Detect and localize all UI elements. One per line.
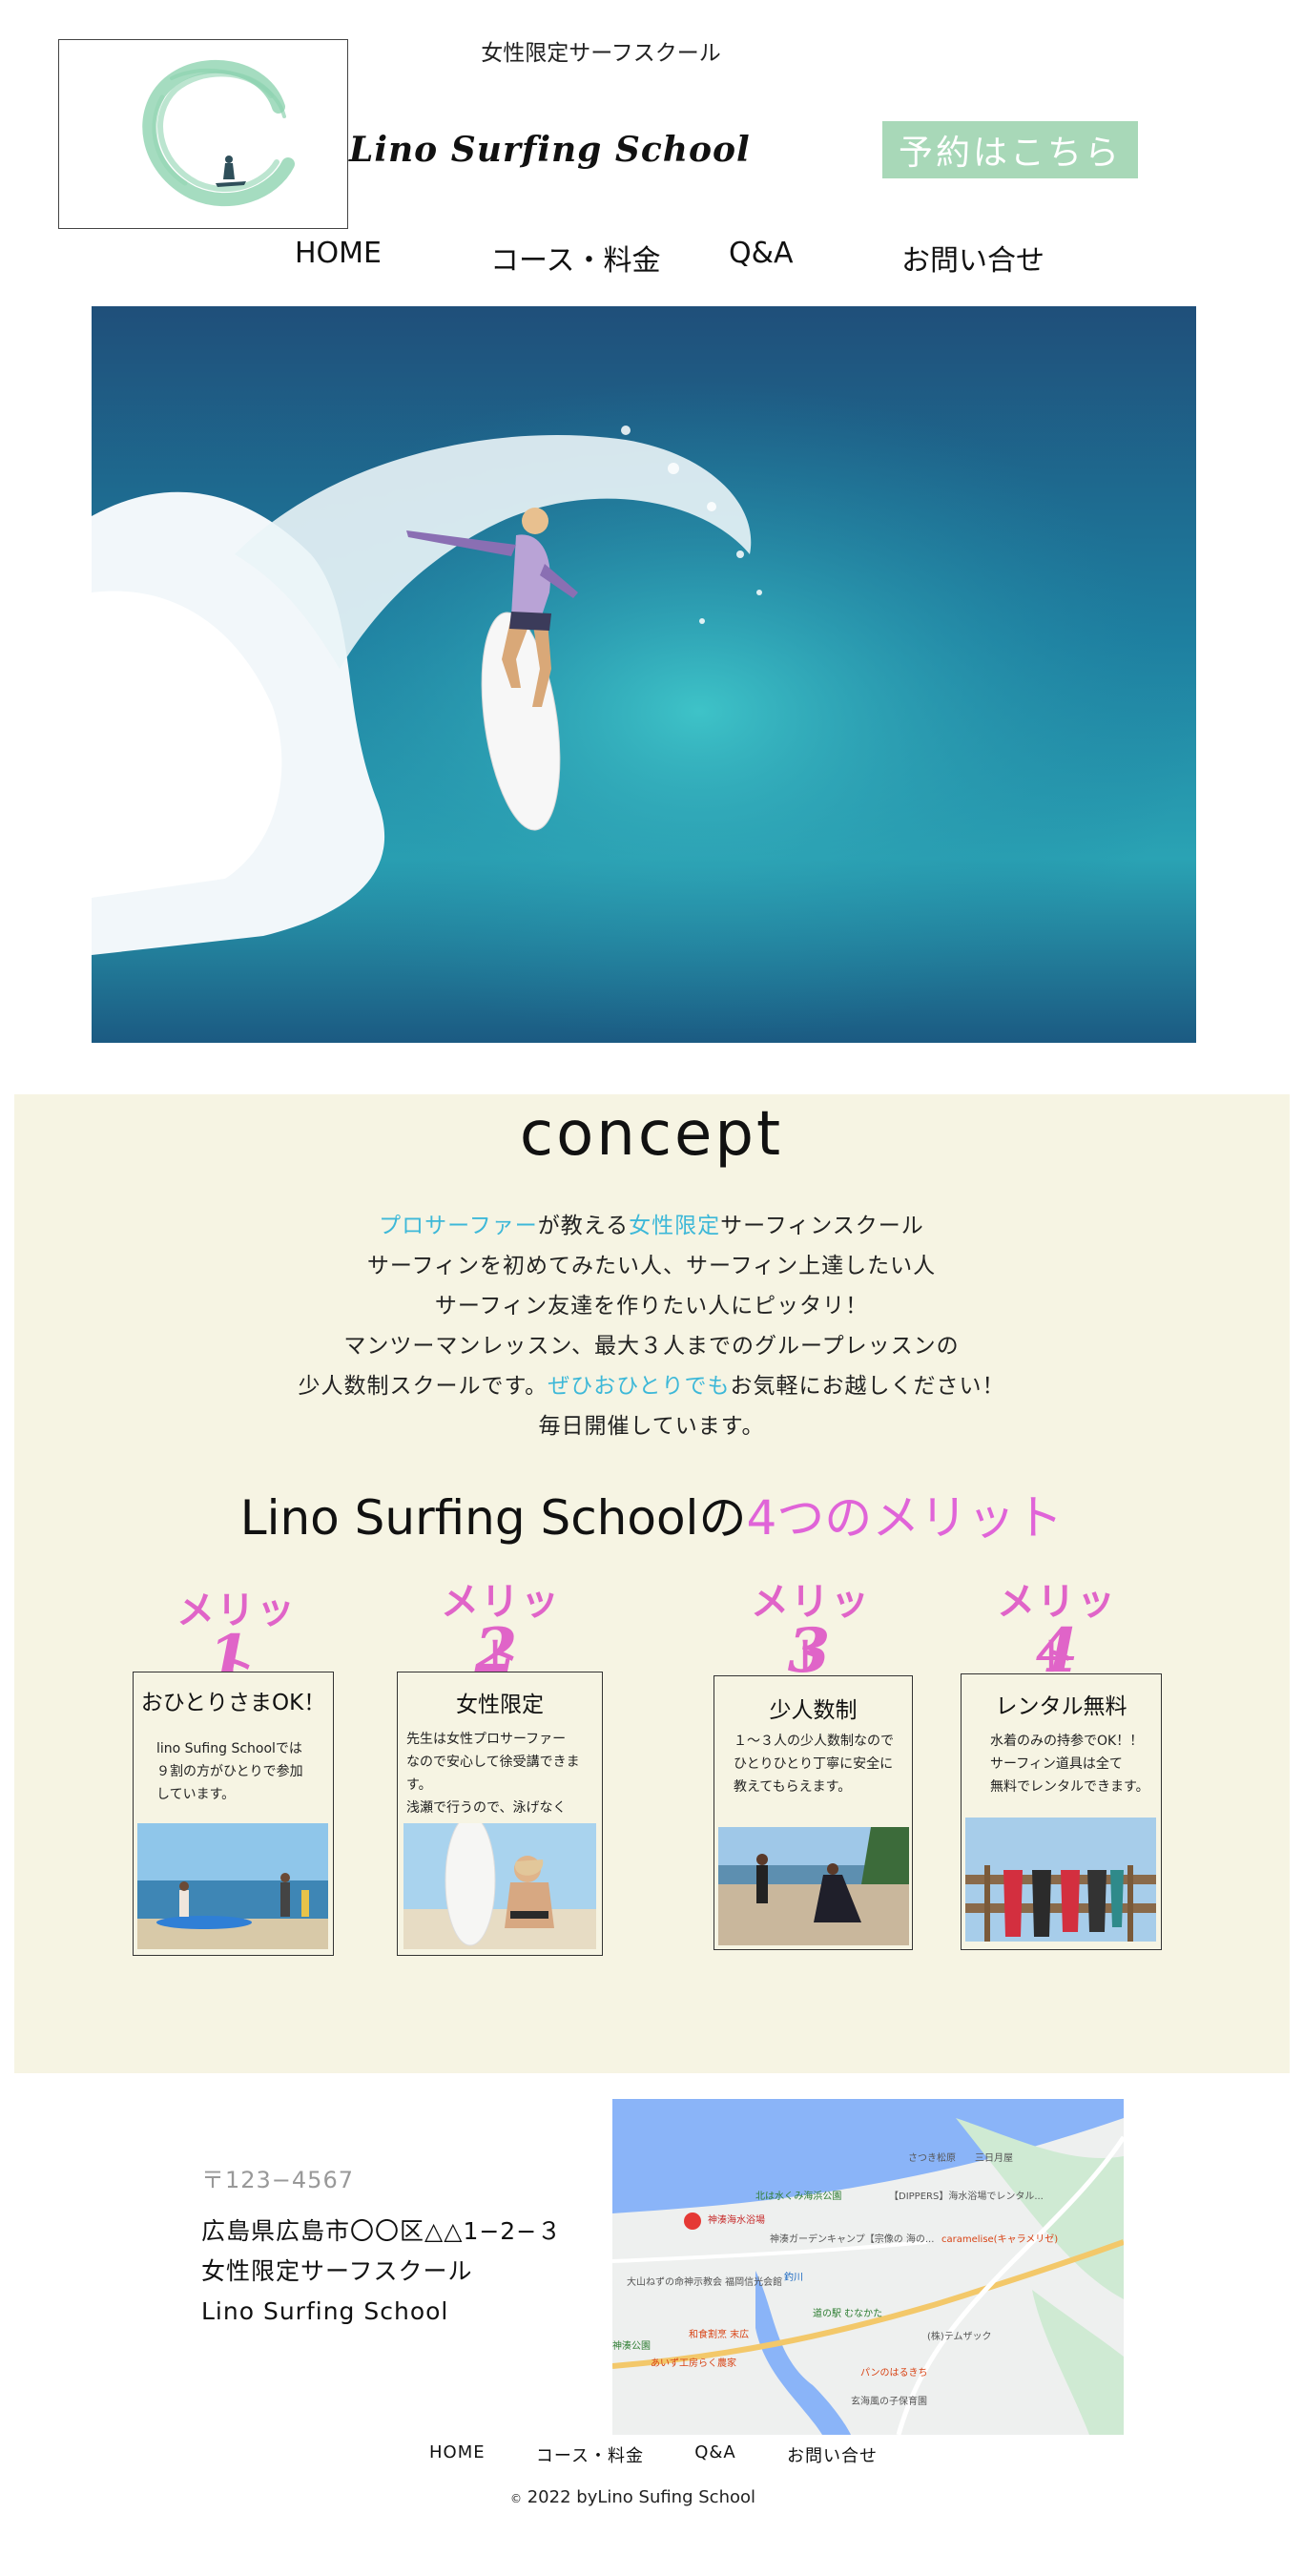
map-label-5: caramelise(キャラメリゼ)	[941, 2233, 1058, 2245]
postal-code: 〒123−4567	[201, 2167, 354, 2193]
footer-nav-course-price[interactable]: コース・料金	[536, 2442, 644, 2467]
nav-contact[interactable]: お問い合せ	[901, 237, 1044, 279]
concept-line-1: プロサーファーが教える女性限定サーフィンスクール	[379, 1214, 924, 1238]
concept-text: プロサーファーが教える女性限定サーフィンスクール サーフィンを初めてみたい人、サ…	[175, 1206, 1128, 1446]
merit-photo-2	[403, 1823, 596, 1949]
merit-card-title-4: レンタル無料	[995, 1694, 1127, 1719]
hero-image	[92, 306, 1196, 1043]
main-nav: HOME コース・料金 Q&A お問い合せ	[286, 237, 1068, 278]
map-label-3: 神湊海水浴場	[708, 2213, 765, 2226]
concept-line-4: マンツーマンレッスン、最大３人までのグループレッスンの	[343, 1334, 960, 1359]
copyright: © 2022 byLino Sufing School	[510, 2487, 755, 2507]
merit-card-title-1: おひとりさまOK！	[140, 1691, 326, 1715]
merits-title: Lino Surfing Schoolの4つのメリット	[239, 1490, 1064, 1546]
merit-card-text-4: 水着のみの持参でOK！！ サーフィン道具は全て 無料でレンタルできます。	[990, 1734, 1149, 1795]
copyright-icon: ©	[510, 2492, 522, 2505]
footer-nav: HOME コース・料金 Q&A お問い合せ	[429, 2442, 878, 2467]
concept-line-5: 少人数制スクールです。ぜひおひとりでもお気軽にお越しください！	[298, 1374, 1005, 1399]
merit-photo-4	[965, 1818, 1156, 1942]
map-label-1: 三日月屋	[975, 2152, 1013, 2164]
map[interactable]: さつき松原 三日月屋 北は水くみ海浜公園 神湊海水浴場 【DIPPERS】海水浴…	[612, 2099, 1124, 2435]
reserve-button[interactable]: 予約はこちら	[882, 121, 1138, 178]
merit-card-text-3: １〜３人の少人数制なので ひとりひとり丁寧に安全に 教えてもらえます。	[734, 1734, 894, 1795]
map-label-6: 神湊ガーデンキャンプ【宗像の 海の...	[770, 2233, 934, 2245]
concept-line-6: 毎日開催しています。	[538, 1414, 765, 1439]
wave-logo-icon	[142, 59, 295, 207]
map-label-12: パンのはるきち	[860, 2367, 928, 2379]
map-label-8: 道の駅 むなかた	[813, 2307, 882, 2319]
map-label-4: 【DIPPERS】海水浴場でレンタル...	[889, 2190, 1044, 2202]
nav-qa[interactable]: Q&A	[729, 237, 794, 270]
concept-line-2: サーフィンを初めてみたい人、サーフィン上達したい人	[366, 1254, 937, 1278]
footer-nav-qa[interactable]: Q&A	[694, 2442, 736, 2467]
location-pin-icon	[684, 2212, 701, 2230]
map-label-13: あいず工房らく農家	[651, 2357, 736, 2369]
merit-card-1: おひとりさまOK！ lino Sufing Schoolでは ９割の方がひとりで…	[133, 1672, 334, 1956]
address: 広島県広島市〇〇区△△1−2−３ 女性限定サーフスクール Lino Surfin…	[201, 2217, 563, 2325]
merit-photo-3	[718, 1827, 909, 1945]
map-label-11: (株)テムザック	[927, 2330, 992, 2342]
map-label-14: 玄海風の子保育園	[851, 2395, 927, 2407]
merit-card-text-1: lino Sufing Schoolでは ９割の方がひとりで参加 しています。	[156, 1741, 303, 1802]
map-label-7: 大山ねずの命神示教会 福岡信光会館	[627, 2275, 782, 2288]
tagline: 女性限定サーフスクール	[481, 41, 721, 66]
merit-card-title-2: 女性限定	[456, 1693, 544, 1717]
map-label-2: 北は水くみ海浜公園	[755, 2190, 841, 2202]
map-label-0: さつき松原	[908, 2151, 956, 2164]
merit-photo-1	[137, 1823, 328, 1949]
concept-line-3: サーフィン友達を作りたい人にピッタリ！	[434, 1294, 869, 1319]
brand-name: Lino Surfing School	[349, 130, 751, 170]
map-label-10: 神湊公園	[612, 2339, 651, 2352]
concept-title: concept	[519, 1099, 784, 1170]
footer-nav-contact[interactable]: お問い合せ	[787, 2442, 878, 2467]
merit-card-4: レンタル無料 水着のみの持参でOK！！ サーフィン道具は全て 無料でレンタルでき…	[961, 1673, 1162, 1950]
nav-home[interactable]: HOME	[295, 237, 382, 270]
logo[interactable]	[58, 39, 348, 229]
map-label-15: 釣川	[784, 2271, 803, 2283]
merit-card-title-3: 少人数制	[769, 1698, 858, 1723]
map-label-9: 和食割烹 末広	[689, 2328, 749, 2340]
nav-course-price[interactable]: コース・料金	[490, 237, 661, 279]
merit-card-3: 少人数制 １〜３人の少人数制なので ひとりひとり丁寧に安全に 教えてもらえます。	[714, 1675, 913, 1950]
footer-nav-home[interactable]: HOME	[429, 2442, 486, 2467]
merit-card-2: 女性限定 先生は女性プロサーファー なので安心して徐受講できます。 浅瀬で行うの…	[397, 1672, 603, 1956]
